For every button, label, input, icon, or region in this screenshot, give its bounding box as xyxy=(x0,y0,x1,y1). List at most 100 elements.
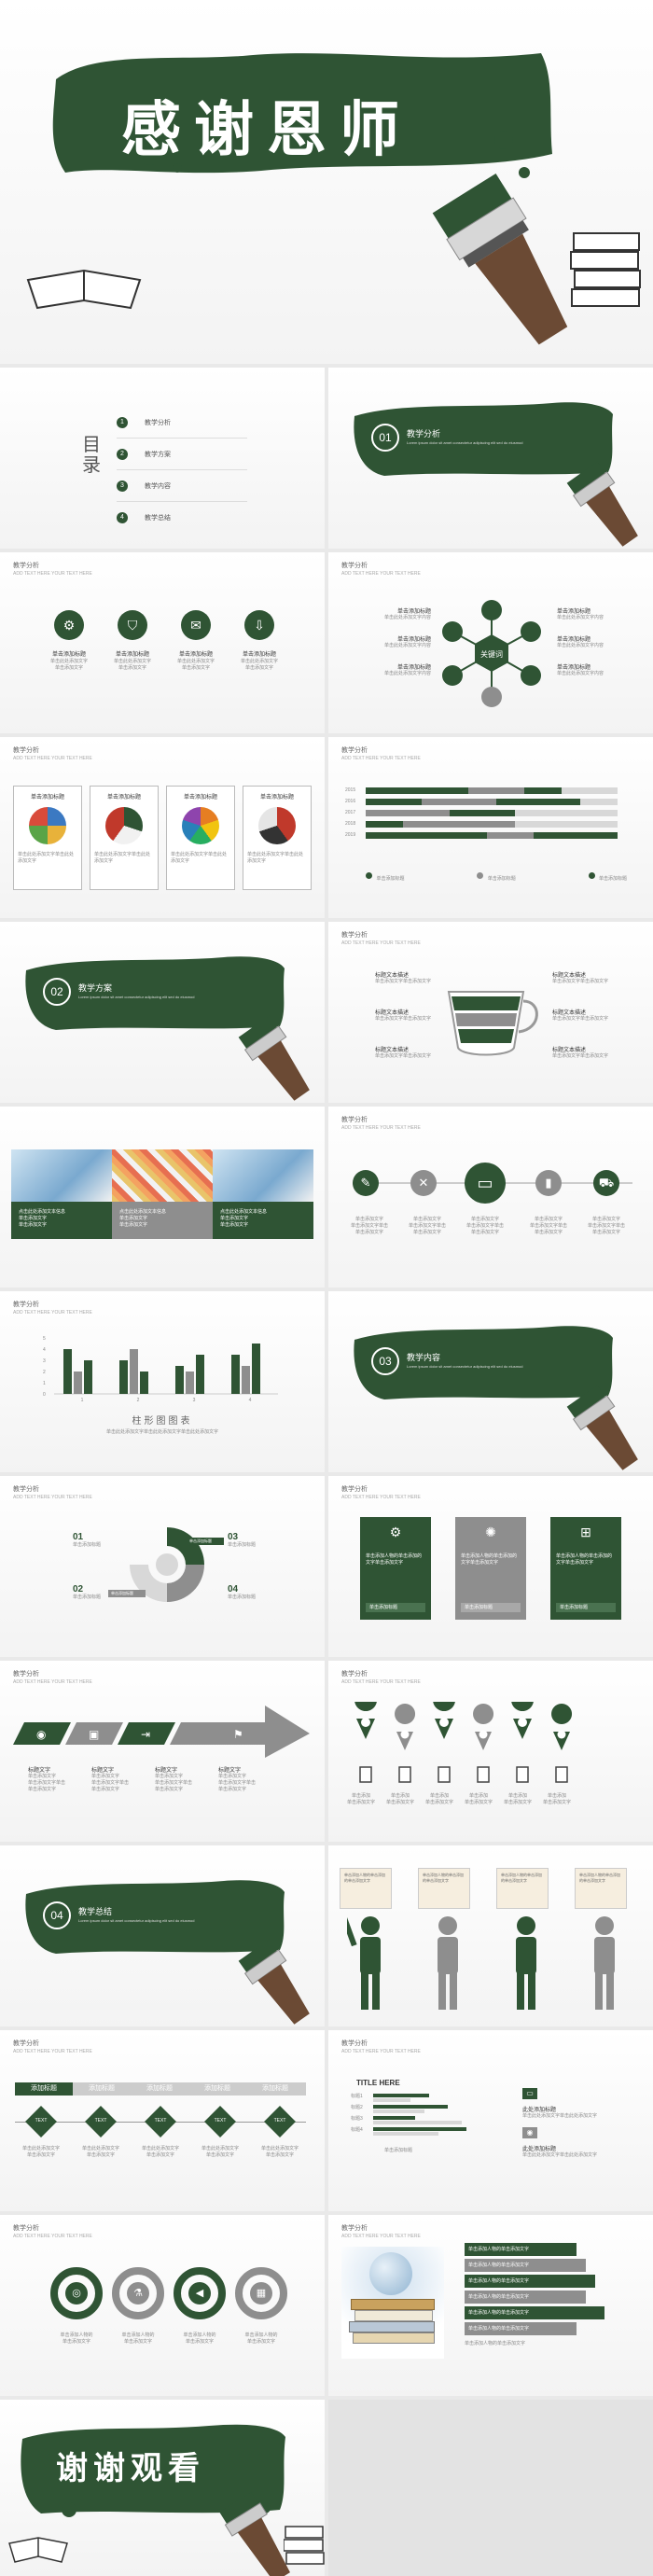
side-title: 此处添加标题 xyxy=(522,2147,557,2152)
arrow-step: 标题文字 单击添加文字 单击添加文字单击 单击添加文字 xyxy=(155,1765,211,1793)
panel-button[interactable]: 单击添加标题 xyxy=(556,1603,616,1612)
toc-item[interactable]: 3 教学内容 xyxy=(117,470,247,502)
slide-sheet: 感谢恩师 目录 1 教学分析 2 教学方案 3 教学内容 4 教学总结 01 教… xyxy=(0,0,653,2576)
hub-right-labels: 单击添加标题 单击此处添加文字内容 单击添加标题 单击此处添加文字内容 单击添加标题… xyxy=(557,606,632,677)
hub-slide: 教学分析 ADD TEXT HERE YOUR TEXT HERE 关键词 单击添… xyxy=(328,552,653,733)
step-desc: 单击添加文字 单击添加文字单击 单击添加文字 xyxy=(218,1774,257,1792)
book-row: 单击添加人物的单击添加文字 xyxy=(465,2259,586,2272)
arrow-step: 标题文字 单击添加文字 单击添加文字单击 单击添加文字 xyxy=(218,1765,274,1793)
toc-item[interactable]: 2 教学方案 xyxy=(117,439,247,470)
photo-thumbnail xyxy=(105,807,143,844)
cup-desc: 单击添加文字单击添加文字 xyxy=(375,1016,432,1022)
card-desc: 单击此处添加文字单击此处添加文字 xyxy=(171,852,228,864)
header-title: 教学分析 xyxy=(13,2040,39,2047)
row-label: 标题4 xyxy=(351,2127,363,2133)
y-tick: 5 xyxy=(43,1336,46,1342)
donut-item: 03 单击添加标题 xyxy=(228,1532,256,1549)
cup-label: 标题文本描述 xyxy=(375,1048,410,1053)
photo-caption: 点击此处添加文本信息 单击添加文字 单击添加文字 xyxy=(112,1202,213,1239)
panel-button[interactable]: 单击添加标题 xyxy=(366,1603,425,1612)
card[interactable]: 单击添加标题 单击此处添加文字单击此处添加文字 xyxy=(243,786,312,890)
header-title: 教学分析 xyxy=(341,1117,368,1123)
header-title: 教学分析 xyxy=(13,747,39,754)
five-icons-slide: 教学分析 ADD TEXT HERE YOUR TEXT HERE ✎ ✕ ▭ ▮… xyxy=(328,1107,653,1288)
arrow-step: 标题文字 单击添加文字 单击添加文字单击 单击添加文字 xyxy=(28,1765,84,1793)
card[interactable]: 单击添加标题 单击此处添加文字单击此处添加文字 xyxy=(166,786,235,890)
step-desc: 单击此处添加文字 单击添加文字 xyxy=(201,2146,239,2158)
side-desc: 单击此处添加文字单击此处添加文字 xyxy=(522,2152,598,2158)
donut-slide: 教学分析 ADD TEXT HERE YOUR TEXT HERE 单击添加标题 … xyxy=(0,1476,325,1657)
header-title: 教学分析 xyxy=(13,1486,39,1493)
hbars2-slide: 教学分析 ADD TEXT HERE YOUR TEXT HERE TITLE H… xyxy=(328,2030,653,2211)
book-row: 单击添加人物的单击添加文字 xyxy=(465,2291,586,2304)
panel-button[interactable]: 单击添加标题 xyxy=(461,1603,521,1612)
timeline-step[interactable]: 添加标题 xyxy=(73,2082,131,2096)
info-panel: ⊞ 单击添加人物的单击添加的文字单击添加文字 单击添加标题 xyxy=(550,1517,621,1620)
donut-item: 02 单击添加标题 xyxy=(73,1584,101,1601)
cover-slide: 感谢恩师 xyxy=(0,0,653,364)
header-title: 教学分析 xyxy=(341,747,368,754)
open-book-icon xyxy=(26,269,142,310)
slide-header: 教学分析 ADD TEXT HERE YOUR TEXT HERE xyxy=(13,2040,92,2056)
map-pins xyxy=(354,1702,573,1783)
windows-icon: ⊞ xyxy=(580,1525,591,1539)
section-number: 02 xyxy=(43,978,71,1006)
hbar-slide: 教学分析 ADD TEXT HERE YOUR TEXT HERE 2015 20… xyxy=(328,737,653,918)
row-label: 标题3 xyxy=(351,2116,363,2122)
toc-item[interactable]: 4 教学总结 xyxy=(117,502,247,534)
cards-slide: 教学分析 ADD TEXT HERE YOUR TEXT HERE 单击添加标题 … xyxy=(0,737,325,918)
empty-cell xyxy=(328,2400,653,2576)
icon-desc: 单击添加文字 单击添加文字单击 单击添加文字 xyxy=(350,1217,388,1235)
header-subtitle: ADD TEXT HERE YOUR TEXT HERE xyxy=(341,1495,421,1500)
paintbrush-icon xyxy=(566,1385,638,1470)
timeline-step[interactable]: 添加标题 xyxy=(188,2082,246,2096)
row-label: 2018 xyxy=(345,821,356,827)
chat-icon: ✉ xyxy=(181,610,211,640)
book-row: 单击添加人物的单击添加文字 xyxy=(465,2243,577,2256)
ring-desc: 单击添加人物的 单击添加文字 xyxy=(121,2332,155,2345)
section-title: 教学内容 xyxy=(407,1353,441,1362)
toc-num: 4 xyxy=(117,512,128,523)
hub-desc: 单击此处添加文字内容 xyxy=(383,615,431,620)
icon-desc: 单击添加文字 单击添加文字单击 单击添加文字 xyxy=(529,1217,567,1235)
y-tick: 1 xyxy=(43,1381,46,1386)
card[interactable]: 单击添加标题 单击此处添加文字单击此处添加文字 xyxy=(13,786,82,890)
book-stack-icon xyxy=(284,2526,325,2565)
side-title: 此处添加标题 xyxy=(522,2108,557,2113)
pin-desc: 单击添加 单击添加文字 xyxy=(503,1793,532,1805)
toc-label: 教学分析 xyxy=(145,419,171,426)
icon-desc: 单击此处添加文字 单击添加文字 xyxy=(176,659,215,671)
legend-item: 单击添加标题 xyxy=(477,868,516,884)
section-subtitle: Lorem ipsum dolor sit amet consectetur a… xyxy=(407,440,523,445)
cup-desc: 单击添加文字单击添加文字 xyxy=(552,1016,609,1022)
photo-thumbnail xyxy=(182,807,219,844)
aperture-icon: ✺ xyxy=(485,1525,496,1539)
ring-desc: 单击添加人物的 单击添加文字 xyxy=(244,2332,278,2345)
photo-books xyxy=(11,1149,112,1202)
step-label: 标题文字 xyxy=(28,1768,51,1774)
header-title: 教学分析 xyxy=(341,1671,368,1678)
timeline-step[interactable]: 添加标题 xyxy=(246,2082,304,2096)
step-desc: 单击此处添加文字 单击添加文字 xyxy=(21,2146,60,2158)
toc-item[interactable]: 1 教学分析 xyxy=(117,407,247,439)
legend-label: 单击添加标题 xyxy=(487,876,516,882)
card[interactable]: 单击添加标题 单击此处添加文字单击此处添加文字 xyxy=(90,786,159,890)
hub-center: 关键词 xyxy=(480,650,503,659)
megaphone-icon: ◀ xyxy=(188,2282,211,2304)
chat-icon: ◎ xyxy=(65,2282,88,2304)
timeline-step[interactable]: 添加标题 xyxy=(15,2082,73,2096)
side-item: 此处添加标题 单击此处添加文字单击此处添加文字 xyxy=(522,2144,625,2159)
toc-slide: 目录 1 教学分析 2 教学方案 3 教学内容 4 教学总结 xyxy=(0,368,325,549)
bar-chart-slide: 教学分析 ADD TEXT HERE YOUR TEXT HERE 5 4 3 2… xyxy=(0,1291,325,1472)
header-title: 教学分析 xyxy=(13,1302,39,1308)
slide-header: 教学分析 ADD TEXT HERE YOUR TEXT HERE xyxy=(341,1670,421,1687)
rings-slide: 教学分析 ADD TEXT HERE YOUR TEXT HERE ◎ ⚗ ◀ ▦… xyxy=(0,2215,325,2396)
slide-header: 教学分析 ADD TEXT HERE YOUR TEXT HERE xyxy=(341,2224,421,2241)
legend-item: 单击添加标题 xyxy=(588,868,627,884)
timeline-step[interactable]: 添加标题 xyxy=(131,2082,188,2096)
stacked-bar-chart xyxy=(366,787,618,839)
books-slide: 教学分析 ADD TEXT HERE YOUR TEXT HERE 单击添加人物的… xyxy=(328,2215,653,2396)
grouped-bar-chart xyxy=(54,1344,278,1395)
pencil-icon: ✎ xyxy=(353,1170,379,1196)
y-axis-ticks: 5 4 3 2 1 0 xyxy=(43,1336,52,1403)
